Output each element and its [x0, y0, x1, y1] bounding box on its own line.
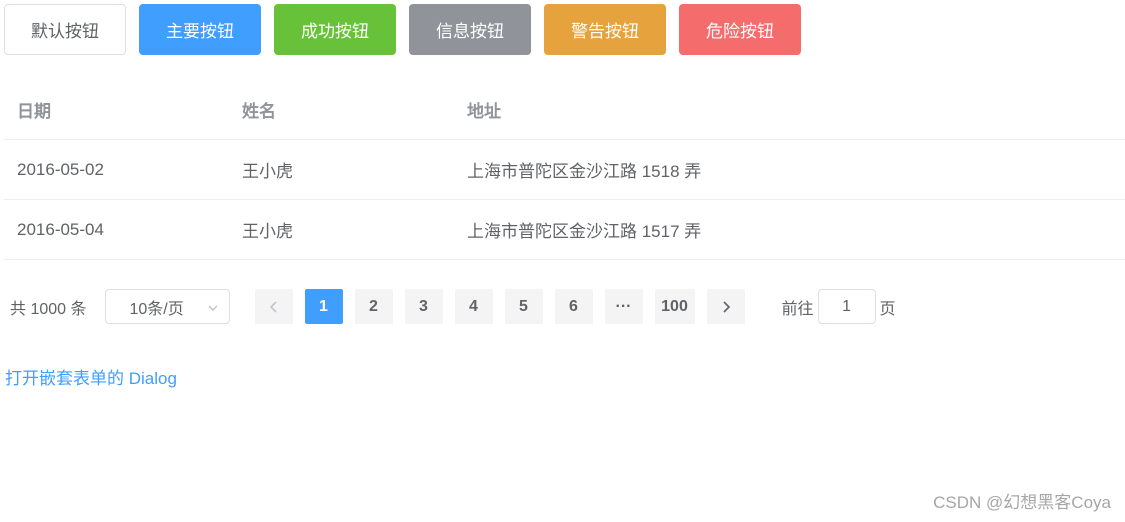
page-size-select[interactable]: 10条/页 [104, 289, 230, 324]
button-row: 默认按钮 主要按钮 成功按钮 信息按钮 警告按钮 危险按钮 [4, 4, 801, 55]
more-pages-button[interactable]: ··· [604, 289, 643, 324]
page-5[interactable]: 5 [504, 289, 543, 324]
danger-button[interactable]: 危险按钮 [679, 4, 801, 55]
total-count: 共 1000 条 [10, 300, 87, 318]
open-dialog-link[interactable]: 打开嵌套表单的 Dialog [5, 364, 177, 389]
pagination: 共 1000 条 10条/页 1 2 3 4 5 6 ··· 100 前往 1 … [10, 289, 896, 324]
page-6[interactable]: 6 [554, 289, 593, 324]
data-table: 日期 姓名 地址 2016-05-02 王小虎 上海市普陀区金沙江路 1518 … [4, 80, 1125, 260]
column-header-name: 姓名 [242, 102, 276, 121]
cell-name: 王小虎 [242, 222, 293, 241]
goto-page-input[interactable]: 1 [817, 289, 876, 324]
info-button[interactable]: 信息按钮 [409, 4, 531, 55]
prev-page-button[interactable] [254, 289, 293, 324]
warning-button[interactable]: 警告按钮 [544, 4, 666, 55]
chevron-down-icon [207, 301, 219, 313]
default-button[interactable]: 默认按钮 [4, 4, 126, 55]
table-row: 2016-05-02 王小虎 上海市普陀区金沙江路 1518 弄 [4, 140, 1125, 200]
page-3[interactable]: 3 [404, 289, 443, 324]
primary-button[interactable]: 主要按钮 [139, 4, 261, 55]
cell-address: 上海市普陀区金沙江路 1517 弄 [467, 222, 702, 241]
page-100[interactable]: 100 [654, 289, 695, 324]
table-row: 2016-05-04 王小虎 上海市普陀区金沙江路 1517 弄 [4, 200, 1125, 260]
page-4[interactable]: 4 [454, 289, 493, 324]
chevron-left-icon [269, 300, 279, 314]
goto-suffix: 页 [879, 300, 896, 318]
cell-name: 王小虎 [242, 162, 293, 181]
next-page-button[interactable] [706, 289, 745, 324]
column-header-date: 日期 [17, 102, 51, 121]
table-header-row: 日期 姓名 地址 [4, 80, 1125, 140]
goto-label: 前往 [781, 300, 814, 318]
success-button[interactable]: 成功按钮 [274, 4, 396, 55]
page-2[interactable]: 2 [354, 289, 393, 324]
cell-date: 2016-05-02 [17, 159, 104, 179]
column-header-address: 地址 [467, 102, 501, 121]
cell-address: 上海市普陀区金沙江路 1518 弄 [467, 162, 702, 181]
cell-date: 2016-05-04 [17, 219, 104, 239]
chevron-right-icon [721, 300, 731, 314]
watermark: CSDN @幻想黑客Coya [933, 493, 1111, 512]
page-size-value: 10条/页 [129, 300, 184, 318]
page-1[interactable]: 1 [304, 289, 343, 324]
